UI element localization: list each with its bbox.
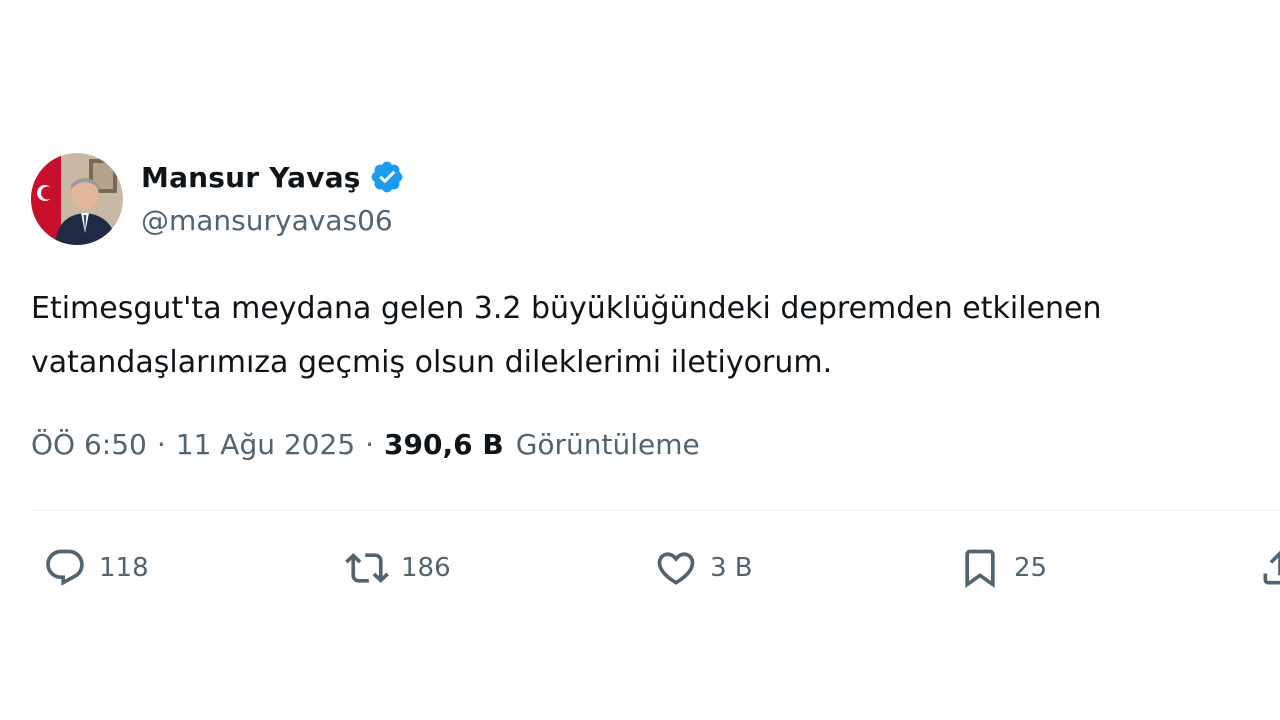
like-count: 3 B bbox=[710, 553, 753, 583]
share-button[interactable] bbox=[1258, 540, 1280, 596]
tweet-text: Etimesgut'ta meydana gelen 3.2 büyüklüğü… bbox=[31, 291, 1102, 380]
avatar[interactable] bbox=[31, 153, 123, 245]
meta-separator: · bbox=[365, 428, 375, 461]
tweet-meta: ÖÖ 6:50 · 11 Ağu 2025 · 390,6 B Görüntül… bbox=[31, 428, 700, 461]
bookmark-count: 25 bbox=[1014, 553, 1048, 583]
tweet-time[interactable]: ÖÖ 6:50 bbox=[31, 428, 147, 461]
reply-button[interactable]: 118 bbox=[43, 540, 149, 596]
bookmark-button[interactable]: 25 bbox=[958, 540, 1047, 596]
retweet-button[interactable]: 186 bbox=[345, 540, 451, 596]
display-name[interactable]: Mansur Yavaş bbox=[141, 161, 361, 194]
verified-badge-icon[interactable] bbox=[369, 159, 405, 195]
reply-count: 118 bbox=[99, 553, 149, 583]
tweet-card: Mansur Yavaş @mansuryavas06 Etimesgut'ta… bbox=[0, 0, 1280, 720]
divider bbox=[31, 510, 1280, 511]
author-name-row: Mansur Yavaş bbox=[141, 157, 405, 197]
author-handle[interactable]: @mansuryavas06 bbox=[141, 204, 393, 237]
share-icon bbox=[1258, 546, 1280, 590]
like-button[interactable]: 3 B bbox=[654, 540, 753, 596]
retweet-count: 186 bbox=[401, 553, 451, 583]
meta-separator: · bbox=[156, 428, 166, 461]
avatar-image bbox=[31, 153, 123, 245]
bookmark-icon bbox=[958, 546, 1002, 590]
tweet-date[interactable]: 11 Ağu 2025 bbox=[176, 428, 355, 461]
reply-icon bbox=[43, 546, 87, 590]
action-bar: 118 186 3 B 25 bbox=[0, 540, 1280, 596]
heart-icon bbox=[654, 546, 698, 590]
views-count[interactable]: 390,6 B bbox=[384, 428, 504, 461]
retweet-icon bbox=[345, 546, 389, 590]
views-label[interactable]: Görüntüleme bbox=[516, 428, 700, 461]
